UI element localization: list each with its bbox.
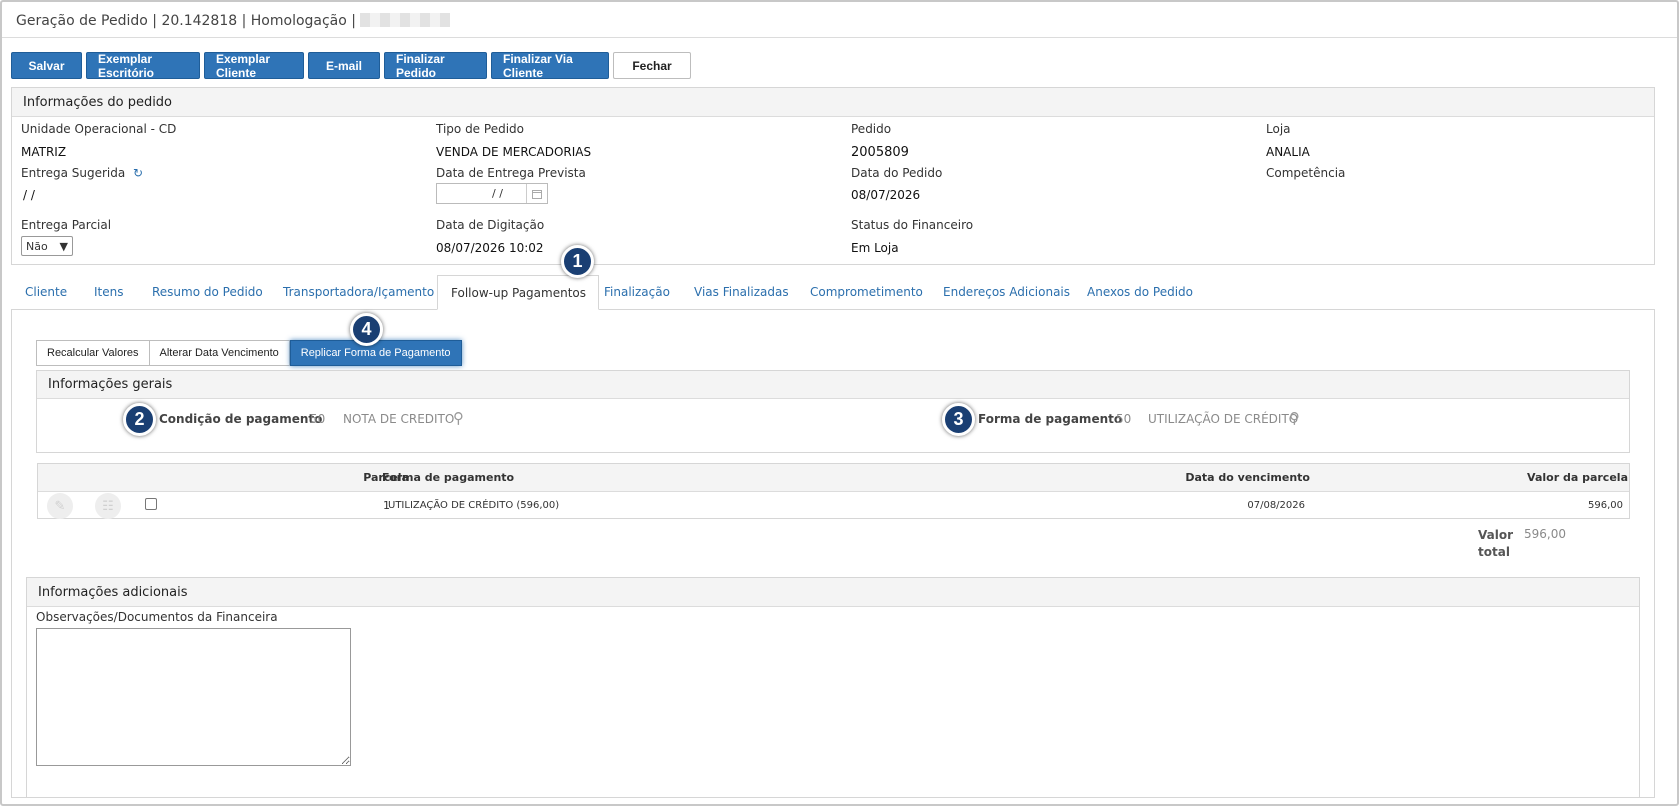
tab-resumo[interactable]: Resumo do Pedido xyxy=(152,275,263,310)
window-title: Geração de Pedido | 20.142818 | Homologa… xyxy=(2,2,1677,38)
payment-condition-desc: NOTA DE CREDITO xyxy=(343,412,455,426)
expected-delivery-label: Data de Entrega Prevista xyxy=(436,166,586,180)
tab-transportadora[interactable]: Transportadora/Içamento xyxy=(283,275,434,310)
toolbar: Salvar Exemplar Escritório Exemplar Clie… xyxy=(11,52,691,80)
col-valor: Valor da parcela xyxy=(1527,471,1628,484)
change-due-date-button[interactable]: Alterar Data Vencimento xyxy=(149,340,290,366)
financial-status-value: Em Loja xyxy=(851,241,899,255)
unit-value: MATRIZ xyxy=(21,145,67,159)
competence-label: Competência xyxy=(1266,166,1346,180)
suggested-delivery-value: / / xyxy=(23,188,35,202)
total-value: 596,00 xyxy=(1524,527,1566,541)
tab-vias-finalizadas[interactable]: Vias Finalizadas xyxy=(694,275,789,310)
order-number-value: 2005809 xyxy=(851,145,909,160)
order-number-label: Pedido xyxy=(851,122,892,136)
expected-delivery-input[interactable]: / / xyxy=(436,183,548,204)
order-type-value: VENDA DE MERCADORIAS xyxy=(436,145,592,159)
col-vencimento: Data do vencimento xyxy=(1185,471,1310,484)
finalize-via-client-button[interactable]: Finalizar Via Cliente xyxy=(491,52,609,80)
cell-valor: 596,00 xyxy=(1588,500,1623,511)
table-row: ✎ ☷ 1 UTILIZAÇÃO DE CRÉDITO (596,00) 07/… xyxy=(38,492,1629,519)
order-date-value: 08/07/2026 xyxy=(851,188,921,202)
step-marker-2: 2 xyxy=(123,403,156,436)
window-title-text: Geração de Pedido | 20.142818 | Homologa… xyxy=(16,13,356,29)
additional-info-header: Informações adicionais xyxy=(27,578,1639,607)
step-marker-3: 3 xyxy=(942,403,975,436)
calendar-icon[interactable] xyxy=(526,184,547,203)
total-label-line2: total xyxy=(1478,545,1510,559)
row-checkbox[interactable] xyxy=(145,498,157,510)
suggested-delivery-label: Entrega Sugerida ↻ xyxy=(21,166,143,180)
tab-itens[interactable]: Itens xyxy=(94,275,123,310)
observations-label: Observações/Documentos da Financeira xyxy=(36,610,278,624)
tab-finalizacao[interactable]: Finalização xyxy=(604,275,670,310)
typing-date-value: 08/07/2026 10:02 xyxy=(436,241,544,255)
edit-icon[interactable]: ✎ xyxy=(47,493,73,519)
typing-date-label: Data de Digitação xyxy=(436,218,545,232)
close-button[interactable]: Fechar xyxy=(613,52,691,79)
document-icon[interactable]: ☷ xyxy=(95,493,121,519)
col-forma: Forma de pagamento xyxy=(382,471,515,484)
step-marker-4: 4 xyxy=(350,313,383,346)
order-type-label: Tipo de Pedido xyxy=(436,122,524,136)
partial-delivery-selected: Não xyxy=(26,239,48,253)
tab-bar: Cliente Itens Resumo do Pedido Transport… xyxy=(11,275,1655,310)
observations-textarea[interactable] xyxy=(36,628,351,766)
total-label: Valor total xyxy=(1478,527,1513,561)
recalculate-values-button[interactable]: Recalcular Valores xyxy=(36,340,150,366)
order-info-header: Informações do pedido xyxy=(12,88,1654,117)
email-button[interactable]: E-mail xyxy=(308,52,380,79)
payment-condition-label: Condição de pagamento xyxy=(159,412,323,426)
store-value: ANALIA xyxy=(1266,145,1310,159)
payment-method-label: Forma de pagamento xyxy=(978,412,1123,426)
tab-anexos[interactable]: Anexos do Pedido xyxy=(1087,275,1193,310)
total-label-line1: Valor xyxy=(1478,528,1514,542)
partial-delivery-label: Entrega Parcial xyxy=(21,218,112,232)
general-info-header: Informações gerais xyxy=(37,371,1629,399)
table-header: Parcela Forma de pagamento Data do venci… xyxy=(38,464,1629,492)
finalize-order-button[interactable]: Finalizar Pedido xyxy=(384,52,487,80)
refresh-icon[interactable]: ↻ xyxy=(133,166,143,180)
redacted-user-mask xyxy=(360,13,451,27)
suggested-delivery-label-text: Entrega Sugerida xyxy=(21,166,126,180)
payment-method-search-icon[interactable]: ⚲ xyxy=(1289,409,1300,427)
cell-vencimento: 07/08/2026 xyxy=(1247,500,1305,511)
order-date-label: Data do Pedido xyxy=(851,166,943,180)
payment-condition-search-icon[interactable]: ⚲ xyxy=(453,409,464,427)
payment-method-code[interactable]: 50 xyxy=(1116,412,1131,426)
chevron-down-icon: ▼ xyxy=(59,239,68,253)
payment-method-desc: UTILIZAÇÃO DE CRÉDITO xyxy=(1148,412,1299,426)
financial-status-label: Status do Financeiro xyxy=(851,218,974,232)
office-copy-button[interactable]: Exemplar Escritório xyxy=(86,52,200,80)
order-info-panel: Informações do pedido Unidade Operaciona… xyxy=(11,87,1655,265)
tab-enderecos-adicionais[interactable]: Endereços Adicionais xyxy=(943,275,1070,310)
tab-follow-up-pagamentos[interactable]: Follow-up Pagamentos xyxy=(437,275,599,310)
client-copy-button[interactable]: Exemplar Cliente xyxy=(204,52,304,80)
store-label: Loja xyxy=(1266,122,1291,136)
step-marker-1: 1 xyxy=(561,245,594,278)
partial-delivery-select[interactable]: Não ▼ xyxy=(21,236,73,256)
installments-table: Parcela Forma de pagamento Data do venci… xyxy=(37,463,1630,519)
payment-condition-code[interactable]: 50 xyxy=(310,412,325,426)
cell-forma: UTILIZAÇÃO DE CRÉDITO (596,00) xyxy=(388,500,560,511)
tab-cliente[interactable]: Cliente xyxy=(25,275,67,310)
general-info-panel: Informações gerais Condição de pagamento… xyxy=(36,370,1630,453)
save-button[interactable]: Salvar xyxy=(11,52,82,79)
unit-label: Unidade Operacional - CD xyxy=(21,122,177,136)
expected-delivery-value: / / xyxy=(492,187,503,200)
tab-comprometimento[interactable]: Comprometimento xyxy=(810,275,923,310)
payment-action-buttons: Recalcular Valores Alterar Data Vencimen… xyxy=(36,340,462,366)
replicate-payment-button[interactable]: Replicar Forma de Pagamento xyxy=(289,340,462,366)
